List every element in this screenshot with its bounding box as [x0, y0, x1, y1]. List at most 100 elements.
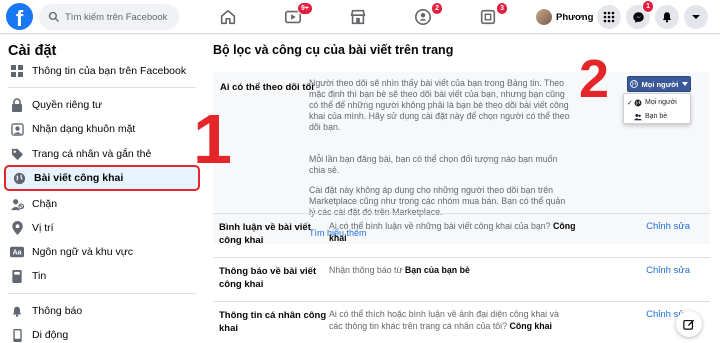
globe-icon: [634, 99, 642, 106]
step-2-annotation: 2: [579, 49, 610, 109]
sidebar-item-language-region[interactable]: Aa Ngôn ngữ và khu vực: [4, 240, 200, 264]
top-navigation-bar: f Tìm kiếm trên Facebook 9+ 2 3 Phương 1: [0, 0, 720, 34]
audience-dropdown[interactable]: Mọi người: [627, 76, 691, 92]
notifications-setting-description: Nhận thông báo từ Bạn của bạn bè: [329, 265, 470, 275]
sidebar-item-your-info[interactable]: Thông tin của bạn trên Facebook: [4, 59, 200, 83]
account-button[interactable]: [684, 5, 708, 29]
row-divider: [213, 301, 710, 302]
mobile-icon: [10, 328, 24, 342]
notifications-button[interactable]: [655, 5, 679, 29]
sidebar-item-blocking[interactable]: Chặn: [4, 192, 200, 216]
sidebar-item-label: Ngôn ngữ và khu vực: [32, 246, 134, 258]
audience-option-label: Bạn bè: [645, 113, 668, 120]
profile-chip[interactable]: Phương: [533, 6, 599, 28]
facebook-logo[interactable]: f: [6, 3, 33, 30]
search-box[interactable]: Tìm kiếm trên Facebook: [39, 4, 179, 30]
menu-grid-icon: [603, 11, 615, 23]
home-icon: [220, 9, 236, 25]
gaming-tab[interactable]: 3: [476, 2, 508, 29]
sidebar-divider: [8, 293, 196, 294]
groups-icon: [414, 8, 432, 26]
audience-option-everyone[interactable]: ✓ Mọi người: [627, 96, 689, 109]
page-title: Bộ lọc và công cụ của bài viết trên tran…: [213, 43, 454, 57]
sidebar-item-privacy[interactable]: Quyền riêng tư: [4, 93, 200, 117]
sidebar-item-profile-tagging[interactable]: Trang cá nhân và gắn thẻ: [4, 142, 200, 166]
groups-tab[interactable]: 2: [411, 2, 443, 29]
svg-text:Aa: Aa: [13, 250, 22, 257]
globe-icon: [12, 171, 26, 185]
messenger-button[interactable]: 1: [626, 0, 654, 29]
gaming-badge: 3: [496, 2, 508, 15]
compose-icon: [683, 319, 695, 330]
messenger-badge: 1: [642, 0, 654, 13]
row-divider: [213, 257, 710, 258]
sidebar-item-stories[interactable]: Tin: [4, 264, 200, 288]
public-info-setting-description: Ai có thể thích hoặc bình luận về ảnh đạ…: [329, 309, 559, 331]
comments-setting-title: Bình luận về bài viết công khai: [219, 222, 311, 246]
avatar: [536, 9, 552, 25]
sidebar-item-label: Nhận dạng khuôn mặt: [32, 123, 136, 135]
sidebar-item-label: Quyền riêng tư: [32, 99, 103, 111]
sidebar-item-label: Tin: [32, 270, 47, 282]
home-tab[interactable]: [216, 5, 240, 29]
language-icon: Aa: [10, 245, 24, 259]
menu-button[interactable]: [597, 5, 621, 29]
book-icon: [10, 269, 24, 283]
follow-setting-title: Ai có thể theo dõi tôi: [220, 82, 314, 93]
audience-option-friends[interactable]: Bạn bè: [627, 110, 689, 123]
bell-icon: [662, 12, 672, 23]
sidebar-item-label: Di động: [32, 329, 69, 341]
profile-name: Phương: [556, 11, 594, 23]
grid-icon: [10, 64, 24, 78]
sidebar-item-label: Chặn: [32, 198, 58, 210]
watch-badge: 9+: [297, 2, 313, 15]
tag-icon: [10, 147, 24, 161]
notifications-setting-value: Bạn của bạn bè: [404, 265, 470, 275]
sidebar-item-public-posts[interactable]: Bài viết công khai: [4, 165, 200, 191]
friends-icon: [634, 113, 642, 120]
sidebar-item-label: Vị trí: [32, 222, 54, 234]
comments-setting-description: Ai có thể bình luận về những bài viết cô…: [329, 221, 576, 243]
follow-setting-description: Người theo dõi sẽ nhìn thấy bài viết của…: [309, 78, 570, 132]
sidebar-divider: [8, 87, 196, 88]
block-user-icon: [10, 197, 24, 211]
search-icon: [48, 11, 59, 22]
bell-icon: [10, 304, 24, 318]
caret-down-icon: [681, 81, 688, 86]
marketplace-tab[interactable]: [346, 5, 370, 29]
location-pin-icon: [10, 221, 24, 235]
step-1-annotation: 1: [193, 100, 232, 178]
sidebar-item-notifications[interactable]: Thông báo: [4, 299, 200, 323]
public-info-setting-title: Thông tin cá nhân công khai: [219, 310, 327, 334]
checkmark-icon: ✓: [627, 99, 633, 107]
public-info-setting-value: Công khai: [509, 320, 552, 331]
audience-dropdown-value: Mọi người: [641, 79, 679, 89]
settings-sidebar: Cài đặt Thông tin của bạn trên Facebook …: [0, 35, 205, 343]
gaming-icon: [480, 9, 496, 25]
messenger-icon: [632, 11, 644, 23]
follow-setting-note: Mỗi lần bạn đăng bài, bạn có thể chọn đố…: [309, 154, 558, 175]
sidebar-item-mobile[interactable]: Di động: [4, 323, 200, 343]
face-scan-icon: [10, 122, 24, 136]
lock-icon: [10, 98, 24, 112]
search-placeholder: Tìm kiếm trên Facebook: [65, 11, 168, 23]
comments-edit-link[interactable]: Chỉnh sửa: [646, 221, 690, 232]
new-message-button[interactable]: [676, 311, 702, 337]
sidebar-title: Cài đặt: [8, 43, 57, 59]
sidebar-item-label: Trang cá nhân và gắn thẻ: [32, 148, 152, 160]
notifications-edit-link[interactable]: Chỉnh sửa: [646, 265, 690, 276]
chevron-down-icon: [692, 15, 700, 19]
globe-icon: [630, 80, 639, 88]
row-divider: [213, 213, 710, 214]
sidebar-item-location[interactable]: Vị trí: [4, 216, 200, 240]
audience-dropdown-menu: ✓ Mọi người Bạn bè: [623, 93, 691, 124]
notifications-setting-title: Thông báo về bài viết công khai: [219, 266, 317, 290]
sidebar-item-label: Thông báo: [32, 305, 83, 317]
sidebar-item-label: Thông tin của bạn trên Facebook: [32, 65, 187, 77]
sidebar-item-face-recognition[interactable]: Nhận dạng khuôn mặt: [4, 117, 200, 141]
watch-tab[interactable]: 9+: [281, 2, 313, 29]
sidebar-item-label: Bài viết công khai: [34, 172, 124, 184]
audience-option-label: Mọi người: [645, 99, 677, 106]
groups-badge: 2: [431, 2, 443, 15]
shop-icon: [350, 9, 366, 25]
